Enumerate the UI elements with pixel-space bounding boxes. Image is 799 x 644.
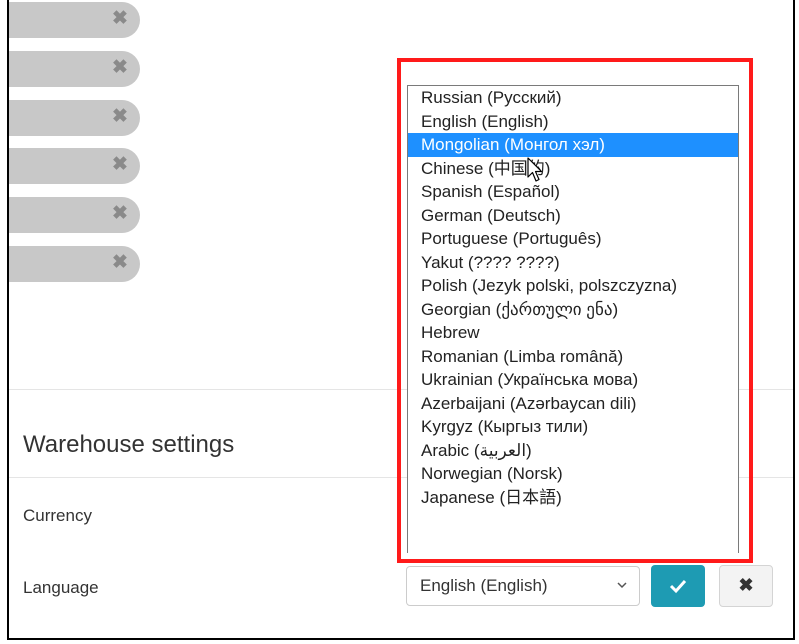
removable-item: ✖ [9,100,140,136]
section-title: Warehouse settings [23,431,235,458]
language-option[interactable]: Spanish (Español) [408,180,738,204]
remove-icon[interactable]: ✖ [110,155,130,175]
language-option[interactable]: Azerbaijani (Azərbaycan dili) [408,392,738,416]
language-option[interactable]: Hebrew [408,321,738,345]
remove-icon[interactable]: ✖ [110,204,130,224]
remove-icon[interactable]: ✖ [110,58,130,78]
remove-icon[interactable]: ✖ [110,9,130,29]
language-option[interactable]: Arabic (العربية) [408,439,738,463]
language-option[interactable]: Georgian (ქართული ენა) [408,298,738,322]
language-option[interactable]: Romanian (Limba română) [408,345,738,369]
language-option[interactable]: Yakut (???? ????) [408,251,738,275]
language-option[interactable]: Ukrainian (Українська мова) [408,368,738,392]
language-dropdown-list[interactable]: Russian (Русский) English (English) Mong… [407,85,739,553]
remove-icon[interactable]: ✖ [110,107,130,127]
language-option[interactable]: English (English) [408,110,738,134]
cancel-button[interactable]: ✖ [719,565,773,607]
close-icon: ✖ [738,575,754,595]
language-option[interactable]: Russian (Русский) [408,86,738,110]
language-option[interactable]: Japanese (日本語) [408,486,738,510]
removable-item: ✖ [9,197,140,233]
language-option[interactable]: Chinese (中国的) [408,157,738,181]
language-option[interactable]: Portuguese (Português) [408,227,738,251]
language-option-highlighted[interactable]: Mongolian (Монгол хэл) [408,133,738,157]
language-select[interactable]: English (English) [406,566,640,606]
remove-icon[interactable]: ✖ [110,253,130,273]
removable-item: ✖ [9,148,140,184]
removable-item: ✖ [9,2,140,38]
confirm-button[interactable] [651,565,705,607]
mouse-cursor-icon [527,157,543,182]
removable-item: ✖ [9,51,140,87]
language-option[interactable]: Kyrgyz (Кыргыз тили) [408,415,738,439]
chevron-down-icon [617,582,627,589]
language-option[interactable]: Norwegian (Norsk) [408,462,738,486]
language-option[interactable]: German (Deutsch) [408,204,738,228]
currency-label: Currency [23,506,92,525]
check-icon [669,579,687,594]
language-select-value: English (English) [420,576,548,595]
language-option[interactable]: Polish (Jezyk polski, polszczyzna) [408,274,738,298]
language-label: Language [23,578,99,597]
removable-item: ✖ [9,246,140,282]
